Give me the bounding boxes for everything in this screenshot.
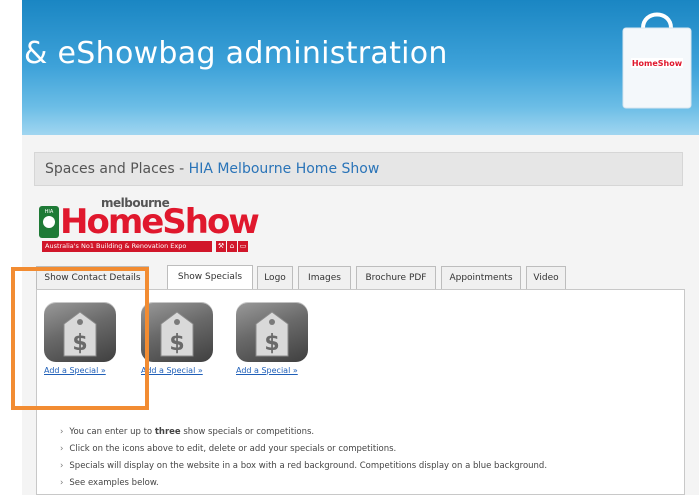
logo-big-word: HomeShow [60, 202, 260, 242]
add-special-link-3[interactable]: Add a Special » [236, 366, 320, 375]
special-slot-3: $ Add a Special » [236, 302, 320, 375]
tab-brochure-pdf[interactable]: Brochure PDF [356, 266, 436, 289]
logo-tagline: Australia's No1 Building & Renovation Ex… [42, 241, 212, 252]
price-tag-dollar-icon: $ [255, 311, 289, 357]
location-prefix: Spaces and Places - [45, 161, 189, 177]
instruction-item: › Click on the icons above to edit, delet… [60, 441, 680, 458]
house-icon: ⌂ [227, 241, 237, 252]
tab-show-specials[interactable]: Show Specials [167, 265, 253, 290]
special-2-icon-button[interactable]: $ [141, 302, 213, 362]
bag-logo-text: HomeShow [632, 59, 683, 68]
svg-text:$: $ [72, 331, 87, 356]
show-name-link[interactable]: HIA Melbourne Home Show [189, 161, 380, 177]
price-tag-dollar-icon: $ [63, 311, 97, 357]
instruction-item: › See examples below. [60, 475, 680, 492]
instruction-text: You can enter up to [69, 427, 155, 437]
instruction-item: › You can enter up to three show specials… [60, 424, 680, 441]
special-1-icon-button[interactable]: $ [44, 302, 116, 362]
screen-icon: ▭ [238, 241, 248, 252]
home-show-logo: HIA melbourne HomeShow Australia's No1 B… [38, 196, 260, 258]
price-tag-dollar-icon: $ [160, 311, 194, 357]
chevron-right-icon: › [60, 478, 64, 488]
tab-images[interactable]: Images [298, 266, 351, 289]
tab-logo[interactable]: Logo [257, 266, 293, 289]
logo-mini-icons: ⚒ ⌂ ▭ [216, 241, 248, 252]
hia-badge-icon: HIA [39, 206, 59, 238]
svg-text:$: $ [264, 331, 279, 356]
special-slot-1: $ Add a Special » [44, 302, 128, 375]
page-header: & eShowbag administration HomeShow [22, 0, 699, 148]
tab-show-contact-details[interactable]: Show Contact Details [36, 266, 149, 289]
add-special-link-1[interactable]: Add a Special » [44, 366, 128, 375]
chevron-right-icon: › [60, 461, 64, 471]
special-slot-2: $ Add a Special » [141, 302, 225, 375]
location-bar: Spaces and Places - HIA Melbourne Home S… [34, 152, 683, 186]
left-margin [0, 0, 22, 495]
instruction-item: › Specials will display on the website in… [60, 458, 680, 475]
badge-text: HIA [45, 209, 54, 215]
instructions-list: › You can enter up to three show specials… [60, 424, 680, 492]
instruction-text: Click on the icons above to edit, delete… [69, 444, 397, 454]
add-special-link-2[interactable]: Add a Special » [141, 366, 225, 375]
chevron-right-icon: › [60, 427, 64, 437]
instruction-text: See examples below. [69, 478, 159, 488]
hammer-icon: ⚒ [216, 241, 226, 252]
shopping-bag-icon: HomeShow [622, 12, 692, 109]
instruction-text: Specials will display on the website in … [69, 461, 548, 471]
instruction-text: show specials or competitions. [180, 427, 315, 437]
header-title: & eShowbag administration [24, 36, 448, 71]
special-3-icon-button[interactable]: $ [236, 302, 308, 362]
chevron-right-icon: › [60, 444, 64, 454]
instruction-emphasis: three [154, 427, 181, 437]
svg-text:$: $ [169, 331, 184, 356]
tab-appointments[interactable]: Appointments [441, 266, 521, 289]
tab-video[interactable]: Video [526, 266, 566, 289]
